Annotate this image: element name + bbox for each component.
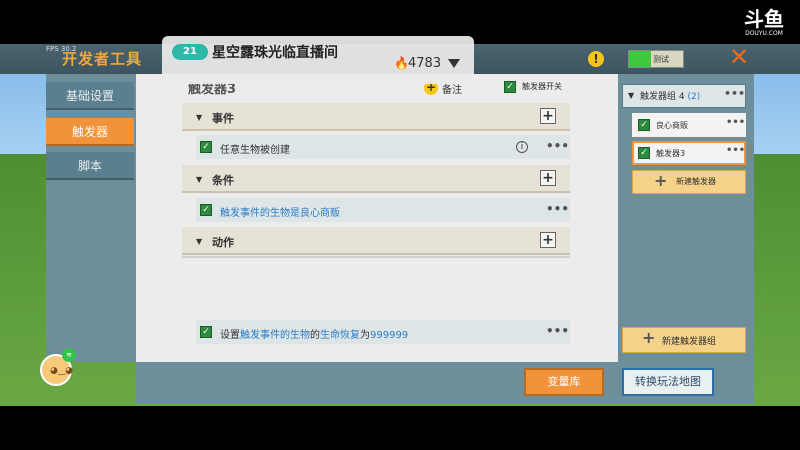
add-condition-button[interactable]: + [540,170,556,186]
action-attribute[interactable]: 生命恢复 [320,330,360,341]
info-icon[interactable]: i [516,141,528,153]
close-icon[interactable]: ✕ [726,44,752,70]
level-value: 21 [183,46,197,57]
convert-map-button[interactable]: 转换玩法地图 [622,368,714,396]
test-toggle[interactable]: 测试 [628,50,684,68]
group-more-icon[interactable]: ••• [724,87,745,100]
warning-icon[interactable]: ! [588,51,604,67]
action-text: 设置触发事件的生物的生命恢复为999999 [220,326,408,341]
collapse-arrow-icon[interactable]: ▼ [196,175,202,184]
dropdown-arrow-icon[interactable] [448,59,460,68]
sidebar-item-scripts[interactable]: 脚本 [46,152,134,180]
trigger-item-checkbox[interactable]: ✓ [638,147,650,159]
douyu-logo: 斗鱼 DOUYU.COM [736,8,792,42]
trigger-item-more-icon[interactable]: ••• [726,117,745,128]
trigger-group-label: 触发器组 4 (2) [640,89,700,102]
condition-prefix[interactable]: 触发事件的生物是 [220,208,300,219]
trigger-item-label: 良心商贩 [656,121,688,130]
plus-icon: + [642,328,656,347]
letterbox-bottom [0,406,800,450]
sidebar-item-triggers[interactable]: 触发器 [46,118,134,146]
avatar-face-icon: ◕‿◕ [50,366,73,376]
event-section-header[interactable] [182,103,570,131]
event-section-label: 事件 [212,112,234,125]
new-trigger-label: 新建触发器 [676,177,716,186]
event-text: 任意生物被创建 [220,145,290,156]
action-part-1: 设置 [220,330,240,341]
variable-library-button[interactable]: 变量库 [524,368,604,396]
action-more-icon[interactable]: ••• [546,324,569,338]
condition-text: 触发事件的生物是良心商贩 [220,204,340,219]
condition-value[interactable]: 良心商贩 [300,208,340,219]
collapse-arrow-icon[interactable]: ▼ [196,113,202,122]
trigger-switch-checkbox[interactable]: ✓ [504,81,516,93]
action-part-2: 的 [310,330,320,341]
action-section-header[interactable] [182,227,570,255]
logo-main: 斗鱼 [744,7,784,31]
trigger-item-more-icon[interactable]: ••• [726,145,745,156]
action-section-label: 动作 [212,236,234,249]
condition-section-label: 条件 [212,174,234,187]
add-event-button[interactable]: + [540,108,556,124]
new-trigger-group-label: 新建触发器组 [662,337,717,347]
condition-more-icon[interactable]: ••• [546,202,569,216]
fire-icon: 🔥 [394,56,409,70]
action-target[interactable]: 触发事件的生物 [240,330,310,341]
action-part-3: 为 [360,330,370,341]
viewer-count: 4783 [408,56,442,71]
event-checkbox[interactable]: ✓ [200,141,212,153]
sidebar-item-basic-settings[interactable]: 基础设置 [46,82,134,110]
collapse-arrow-icon[interactable]: ▼ [196,237,202,246]
wifi-icon: ≋ [62,348,76,362]
divider [182,256,570,258]
action-checkbox[interactable]: ✓ [200,326,212,338]
condition-checkbox[interactable]: ✓ [200,204,212,216]
add-action-button[interactable]: + [540,232,556,248]
trigger-switch-label: 触发器开关 [522,82,562,91]
room-title: 星空露珠光临直播间 [212,45,338,61]
plus-icon: + [654,171,668,190]
level-badge: 21 [172,44,208,60]
test-label: 测试 [653,55,669,64]
action-value[interactable]: 999999 [370,330,408,341]
condition-section-header[interactable] [182,165,570,193]
group-collapse-arrow-icon[interactable]: ▼ [628,91,634,100]
logo-sub: DOUYU.COM [745,30,783,37]
toggle-knob [629,51,651,67]
group-count: (2) [687,92,701,102]
trigger-item-label: 触发器3 [656,149,686,158]
page-title: 开发者工具 [62,50,143,68]
event-more-icon[interactable]: ••• [546,139,569,153]
trigger-item-checkbox[interactable]: ✓ [638,119,650,131]
group-name: 触发器组 4 [640,92,685,102]
